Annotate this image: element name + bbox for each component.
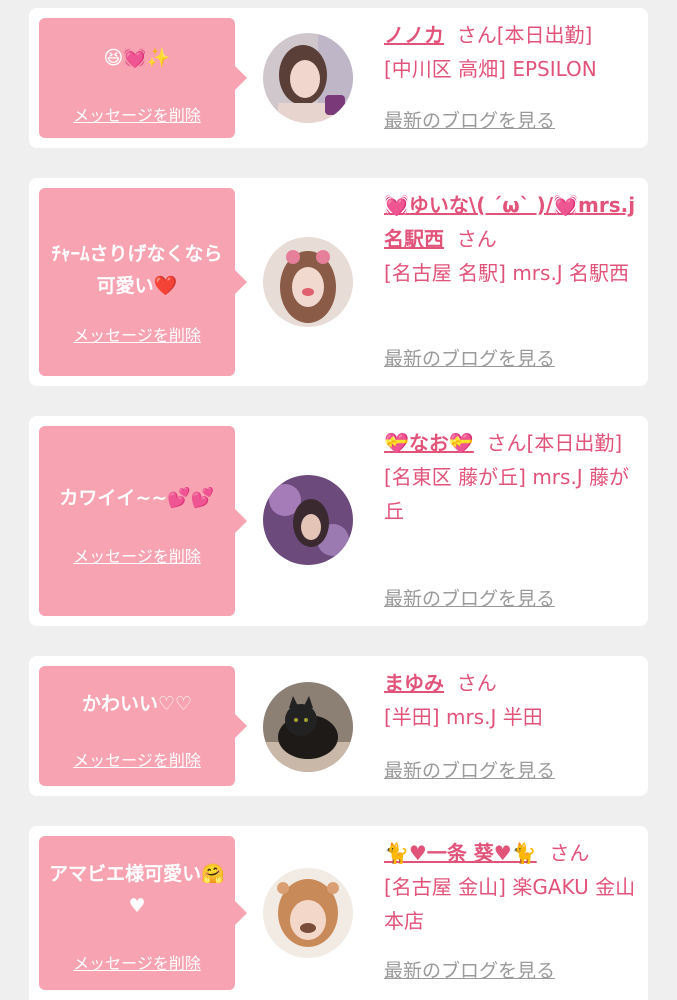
message-bubble: 😆💓✨ メッセージを削除 [39,18,247,138]
message-text: アマビエ様可愛い🤗♥ [49,863,225,917]
message-bubble: ﾁｬｰﾑさりげなくなら可愛い❤️ メッセージを削除 [39,188,247,376]
portrait-photo-icon [263,33,353,123]
shop-text: [半田] mrs.J 半田 [384,705,543,729]
delete-message-link[interactable]: メッセージを削除 [39,322,235,346]
cat-photo-icon [263,682,353,772]
latest-blog-link[interactable]: 最新のブログを見る [384,956,555,983]
message-card: 😆💓✨ メッセージを削除 ノノカ さん[本日出勤] [中川区 高畑] EPSIL… [29,8,648,148]
delete-message-link[interactable]: メッセージを削除 [39,102,235,126]
status-text: さん [456,227,497,251]
portrait-photo-icon [263,237,353,327]
girl-info: ノノカ さん[本日出勤] [中川区 高畑] EPSILON [384,18,642,86]
girl-name-link[interactable]: ノノカ [384,23,444,47]
delete-message-link[interactable]: メッセージを削除 [39,950,235,974]
latest-blog-link[interactable]: 最新のブログを見る [384,106,555,133]
girl-name-link[interactable]: 💝なお💝 [384,431,474,455]
message-text: カワイイ~~💕💕 [59,487,215,509]
status-text: さん [549,841,590,865]
girl-name-link[interactable]: 🐈♥一条 葵♥🐈 [384,841,537,865]
status-text: さん[本日出勤] [486,431,623,455]
girl-info: 💝なお💝 さん[本日出勤] [名東区 藤が丘] mrs.J 藤が丘 [384,426,642,528]
message-text: 😆💓✨ [103,47,171,69]
message-bubble: かわいい♡♡ メッセージを削除 [39,666,247,786]
latest-blog-link[interactable]: 最新のブログを見る [384,584,555,611]
girl-name-link[interactable]: 💓ゆいな\( ´ω` )/💓mrs.j名駅西 [384,193,635,251]
avatar[interactable] [263,33,353,123]
shop-text: [名古屋 名駅] mrs.J 名駅西 [384,261,630,285]
avatar[interactable] [263,868,353,958]
message-card: かわいい♡♡ メッセージを削除 まゆみ さん [半田] mrs.J 半田 最新の… [29,656,648,796]
latest-blog-link[interactable]: 最新のブログを見る [384,756,555,783]
delete-message-link[interactable]: メッセージを削除 [39,543,235,567]
avatar[interactable] [263,475,353,565]
message-card: カワイイ~~💕💕 メッセージを削除 💝なお💝 さん[本日出勤] [名東区 藤が丘… [29,416,648,626]
delete-message-link[interactable]: メッセージを削除 [39,747,235,771]
status-text: さん[本日出勤] [456,23,593,47]
girl-name-link[interactable]: まゆみ [384,671,444,695]
portrait-photo-icon [263,475,353,565]
message-card: ﾁｬｰﾑさりげなくなら可愛い❤️ メッセージを削除 💓ゆいな\( ´ω` )/💓… [29,178,648,386]
avatar[interactable] [263,237,353,327]
girl-info: 🐈♥一条 葵♥🐈 さん [名古屋 金山] 楽GAKU 金山本店 [384,836,642,938]
shop-text: [名東区 藤が丘] mrs.J 藤が丘 [384,465,630,523]
portrait-photo-icon [263,868,353,958]
shop-text: [名古屋 金山] 楽GAKU 金山本店 [384,875,636,933]
status-text: さん [456,671,497,695]
message-text: かわいい♡♡ [81,693,193,715]
girl-info: 💓ゆいな\( ´ω` )/💓mrs.j名駅西 さん [名古屋 名駅] mrs.J… [384,188,642,290]
latest-blog-link[interactable]: 最新のブログを見る [384,344,555,371]
girl-info: まゆみ さん [半田] mrs.J 半田 [384,666,642,734]
message-bubble: カワイイ~~💕💕 メッセージを削除 [39,426,247,616]
avatar[interactable] [263,682,353,772]
shop-text: [中川区 高畑] EPSILON [384,57,597,81]
message-text: ﾁｬｰﾑさりげなくなら可愛い❤️ [51,243,223,297]
message-card: アマビエ様可愛い🤗♥ メッセージを削除 🐈♥一条 葵♥🐈 さん [名古屋 金山]… [29,826,648,1000]
message-bubble: アマビエ様可愛い🤗♥ メッセージを削除 [39,836,247,990]
